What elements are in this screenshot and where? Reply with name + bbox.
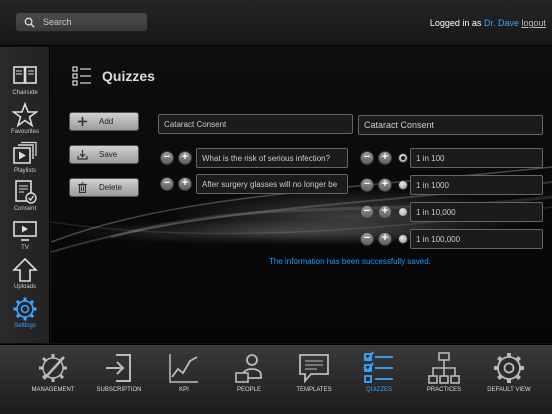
login-status: Logged in as Dr. Dave logout <box>430 18 546 28</box>
nav-item-label: TEMPLATES <box>296 387 332 393</box>
save-status-message: The information has been successfully sa… <box>269 257 431 266</box>
answer-field[interactable]: 1 in 100 <box>410 148 543 168</box>
speech-bubble-icon <box>299 354 329 384</box>
sidebar-item-label: Settings <box>14 323 36 329</box>
sidebar-item-label: TV <box>21 245 29 251</box>
search-box[interactable] <box>15 12 148 32</box>
top-bar: Logged in as Dr. Dave logout <box>0 0 552 46</box>
add-answer-button[interactable]: + <box>378 178 392 192</box>
management-tools-icon <box>39 354 67 382</box>
checklist-icon <box>72 66 91 86</box>
playlist-icon <box>13 141 37 164</box>
nav-item-practices[interactable]: PRACTICES <box>414 351 474 393</box>
star-icon <box>12 102 38 128</box>
add-button-label: Add <box>99 117 114 126</box>
user-name-link[interactable]: Dr. Dave <box>484 18 519 28</box>
answer-correct-radio[interactable] <box>398 153 408 163</box>
sidebar-item-settings[interactable]: Settings <box>0 296 50 332</box>
sidebar-item-favourites[interactable]: Favourites <box>0 102 50 138</box>
search-icon <box>24 17 35 28</box>
sidebar-item-label: Uploads <box>13 284 36 290</box>
plus-icon <box>78 117 87 126</box>
gear-icon <box>13 297 37 321</box>
delete-button[interactable]: Delete <box>69 178 139 197</box>
answer-field[interactable]: 1 in 10,000 <box>410 202 543 222</box>
sidebar-item-label: Playlists <box>13 168 36 174</box>
nav-item-label: QUIZZES <box>365 387 392 393</box>
sidebar-item-uploads[interactable]: Uploads <box>0 257 50 293</box>
nav-item-subscription[interactable]: SUBSCRIPTION <box>89 351 149 393</box>
logged-in-label: Logged in as <box>429 18 482 28</box>
bottom-nav: MANAGEMENT SUBSCRIPTION KPI PEOPLE TEMPL… <box>0 344 552 414</box>
nav-item-label: SUBSCRIPTION <box>96 387 142 393</box>
remove-answer-button[interactable]: − <box>360 232 374 246</box>
page-title: Quizzes <box>102 68 155 84</box>
sidebar-item-tv[interactable]: TV <box>0 218 50 254</box>
quiz-name-field[interactable]: Cataract Consent <box>158 114 353 134</box>
add-answer-button[interactable]: + <box>378 151 392 165</box>
nav-item-label: PEOPLE <box>236 387 261 393</box>
nav-item-label: PRACTICES <box>426 387 462 393</box>
sidebar-item-label: Consent <box>13 206 37 212</box>
question-field[interactable]: After surgery glasses will no longer be <box>196 174 348 194</box>
gear-icon <box>494 353 524 383</box>
add-question-button[interactable]: + <box>178 151 192 165</box>
nav-item-kpi[interactable]: KPI <box>154 351 214 393</box>
answer-correct-radio[interactable] <box>398 207 408 217</box>
checklist-icon <box>363 351 393 383</box>
sidebar-item-consent[interactable]: Consent <box>0 179 50 215</box>
nav-item-default-view[interactable]: DEFAULT VIEW <box>479 351 539 393</box>
logout-link[interactable]: logout <box>521 18 546 28</box>
sidebar-item-playlists[interactable]: Playlists <box>0 141 50 177</box>
sidebar-item-chairside[interactable]: Chairside <box>0 63 50 99</box>
page-header: Quizzes <box>71 65 155 87</box>
upload-arrow-icon <box>12 257 38 282</box>
nav-item-quizzes[interactable]: QUIZZES <box>349 351 409 393</box>
nav-item-management[interactable]: MANAGEMENT <box>23 351 83 393</box>
remove-answer-button[interactable]: − <box>360 151 374 165</box>
search-input[interactable] <box>43 17 143 27</box>
sidebar-item-label: Favourites <box>10 129 39 135</box>
org-chart-icon <box>428 352 460 384</box>
remove-answer-button[interactable]: − <box>360 205 374 219</box>
sidebar-item-label: Chairside <box>12 90 38 96</box>
add-question-button[interactable]: + <box>178 177 192 191</box>
delete-button-label: Delete <box>99 183 123 192</box>
save-button[interactable]: Save <box>69 145 139 164</box>
sidebar: Chairside Favourites Playlists Consent T… <box>0 47 50 343</box>
remove-question-button[interactable]: − <box>160 177 174 191</box>
tv-icon <box>13 221 37 241</box>
answer-correct-radio[interactable] <box>398 234 408 244</box>
save-button-label: Save <box>99 150 118 159</box>
remove-question-button[interactable]: − <box>160 151 174 165</box>
answer-correct-radio[interactable] <box>398 180 408 190</box>
nav-item-label: KPI <box>179 387 189 393</box>
nav-item-label: MANAGEMENT <box>31 387 75 393</box>
nav-item-people[interactable]: PEOPLE <box>219 351 279 393</box>
trash-icon <box>78 182 87 193</box>
answer-field[interactable]: 1 in 100,000 <box>410 229 543 249</box>
remove-answer-button[interactable]: − <box>360 178 374 192</box>
add-button[interactable]: Add <box>69 112 139 131</box>
nav-item-label: DEFAULT VIEW <box>487 387 531 393</box>
add-answer-button[interactable]: + <box>378 205 392 219</box>
selected-quiz-name-field[interactable]: Cataract Consent <box>358 115 543 135</box>
nav-item-templates[interactable]: TEMPLATES <box>284 351 344 393</box>
consent-document-icon <box>15 180 37 204</box>
question-field[interactable]: What is the risk of serious infection? <box>196 148 348 168</box>
add-answer-button[interactable]: + <box>378 232 392 246</box>
save-download-icon <box>77 150 88 160</box>
subscription-login-icon <box>106 354 131 382</box>
quiz-editor-panel: Quizzes Add Save Delete Cataract Consent… <box>51 47 552 343</box>
answer-field[interactable]: 1 in 1000 <box>410 175 543 195</box>
people-icon <box>235 354 262 383</box>
line-graph-icon <box>169 354 198 383</box>
book-icon <box>13 66 37 84</box>
